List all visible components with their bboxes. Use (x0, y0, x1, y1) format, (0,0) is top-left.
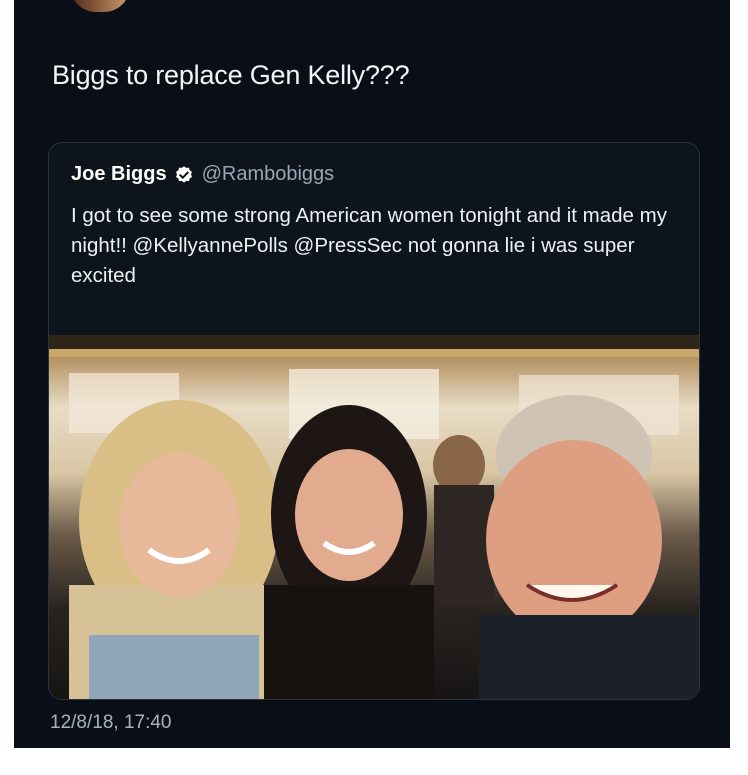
tweet-screen: Biggs to replace Gen Kelly??? Joe Biggs … (14, 0, 730, 748)
avatar[interactable] (70, 0, 130, 12)
verified-badge-icon (174, 165, 194, 185)
quoted-display-name[interactable]: Joe Biggs (71, 163, 167, 186)
quoted-tweet-card[interactable]: Joe Biggs @Rambobiggs I got to see some … (48, 142, 700, 700)
quoted-tweet-photo[interactable] (49, 335, 699, 699)
quoted-handle[interactable]: @Rambobiggs (202, 163, 335, 186)
tweet-timestamp[interactable]: 12/8/18, 17:40 (50, 712, 172, 734)
quoted-tweet-text: I got to see some strong American women … (71, 204, 667, 287)
quoted-tweet-header: Joe Biggs @Rambobiggs (71, 163, 334, 186)
photo-illustration (49, 335, 699, 699)
tweet-text: Biggs to replace Gen Kelly??? (52, 60, 410, 90)
